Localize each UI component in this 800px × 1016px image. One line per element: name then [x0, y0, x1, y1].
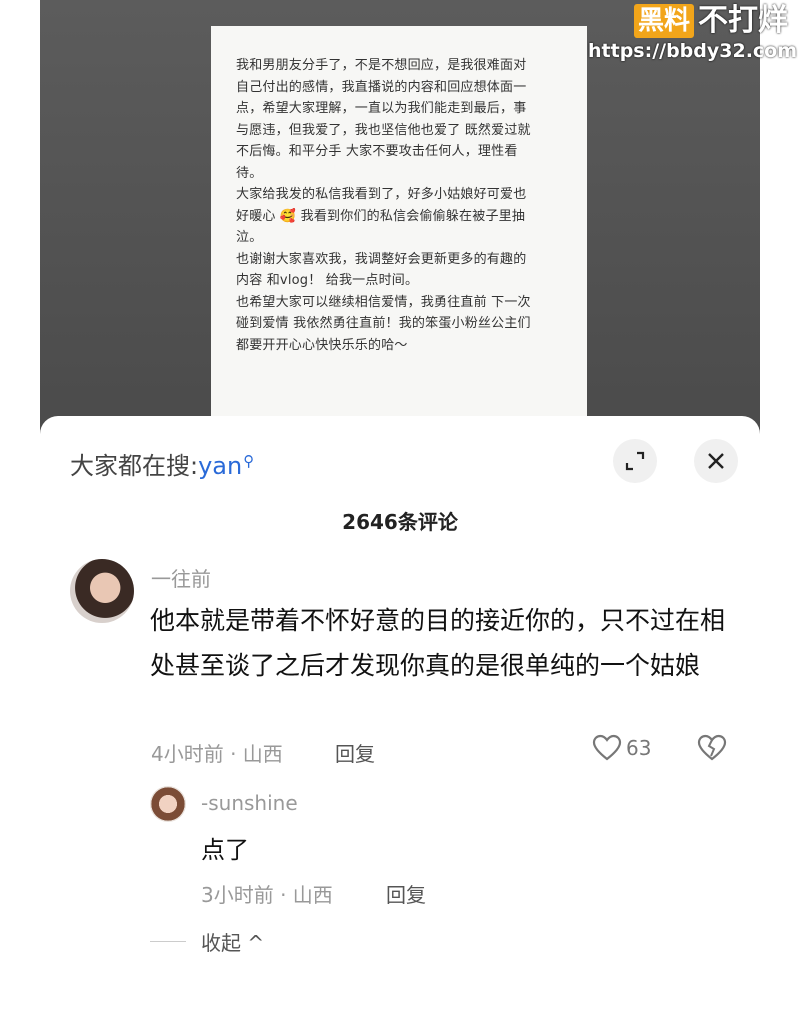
close-button[interactable] [694, 439, 738, 483]
watermark-badge: 黑料 [633, 4, 694, 38]
search-icon: ⚲ [243, 452, 255, 470]
comment-count: 2646条评论 [342, 510, 458, 534]
like-button[interactable]: 63 [592, 734, 651, 762]
reply-reply-button[interactable]: 回复 [386, 879, 426, 908]
collapse-replies-button[interactable]: 收起 ^ [201, 927, 264, 956]
comment-text: 他本就是带着不怀好意的目的接近你的，只不过在相处甚至谈了之后才发现你真的是很单纯… [150, 606, 726, 680]
post-note-text: 我和男朋友分手了，不是不想回应，是我很难面对 自己付出的感情，我直播说的内容和回… [236, 58, 531, 353]
reply-text: 点了 [201, 836, 249, 864]
search-suggestion-prefix: 大家都在搜: [70, 452, 199, 480]
search-suggestion[interactable]: 大家都在搜:yan⚲ [70, 446, 254, 481]
comments-sheet: 大家都在搜:yan⚲ 2646条评论 一往前 他本就是带着不怀好意的目的接近你的… [40, 416, 760, 1016]
collapse-divider [150, 941, 186, 942]
reply-avatar[interactable] [150, 786, 186, 822]
close-icon [708, 453, 724, 469]
search-suggestion-query[interactable]: yan [198, 452, 242, 480]
watermark-url: https://bbdy32.com [588, 40, 798, 62]
reply-username[interactable]: -sunshine [201, 791, 298, 815]
watermark: 黑料 不打烊 https://bbdy32.com [588, 3, 798, 74]
comment-meta: 4小时前 · 山西 [151, 742, 283, 766]
avatar[interactable] [70, 559, 134, 623]
heart-icon [592, 734, 622, 761]
dislike-button[interactable] [697, 734, 727, 766]
expand-icon [625, 451, 645, 471]
like-count: 63 [626, 736, 652, 760]
watermark-title: 不打烊 [698, 3, 788, 38]
broken-heart-icon [697, 734, 727, 761]
reply-meta: 3小时前 · 山西 [201, 883, 333, 907]
reply-button[interactable]: 回复 [335, 738, 375, 767]
comment-username[interactable]: 一往前 [151, 563, 211, 592]
expand-button[interactable] [613, 439, 657, 483]
